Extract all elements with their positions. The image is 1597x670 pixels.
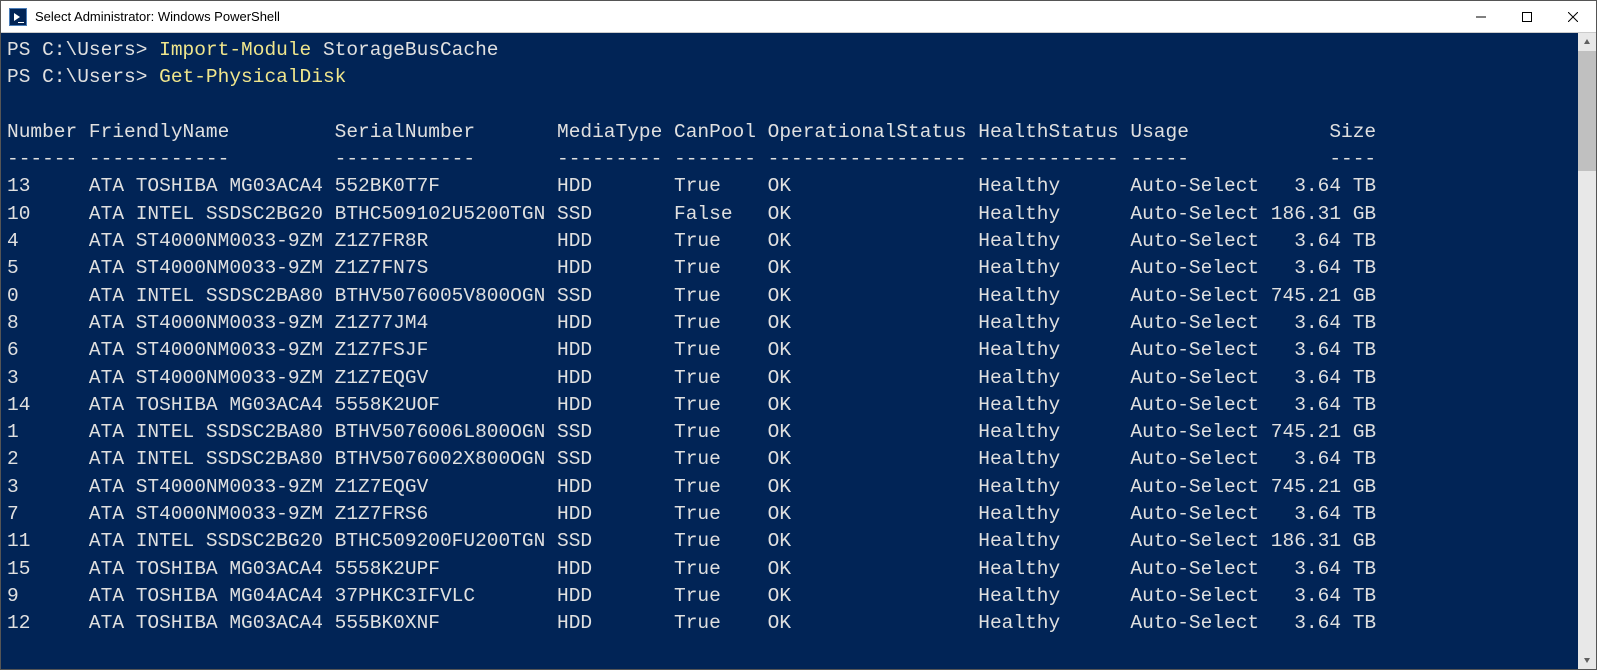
- console-output[interactable]: PS C:\Users> Import-Module StorageBusCac…: [1, 33, 1578, 669]
- vertical-scrollbar[interactable]: [1578, 33, 1596, 669]
- scroll-up-button[interactable]: [1578, 33, 1596, 51]
- scrollbar-track[interactable]: [1578, 51, 1596, 651]
- scrollbar-thumb[interactable]: [1578, 51, 1596, 171]
- window-controls: [1458, 1, 1596, 32]
- close-button[interactable]: [1550, 1, 1596, 32]
- powershell-icon: [9, 8, 27, 26]
- titlebar[interactable]: Select Administrator: Windows PowerShell: [1, 1, 1596, 33]
- scroll-down-button[interactable]: [1578, 651, 1596, 669]
- powershell-window: Select Administrator: Windows PowerShell…: [0, 0, 1597, 670]
- maximize-button[interactable]: [1504, 1, 1550, 32]
- console-area: PS C:\Users> Import-Module StorageBusCac…: [1, 33, 1596, 669]
- minimize-button[interactable]: [1458, 1, 1504, 32]
- window-title: Select Administrator: Windows PowerShell: [35, 9, 1458, 24]
